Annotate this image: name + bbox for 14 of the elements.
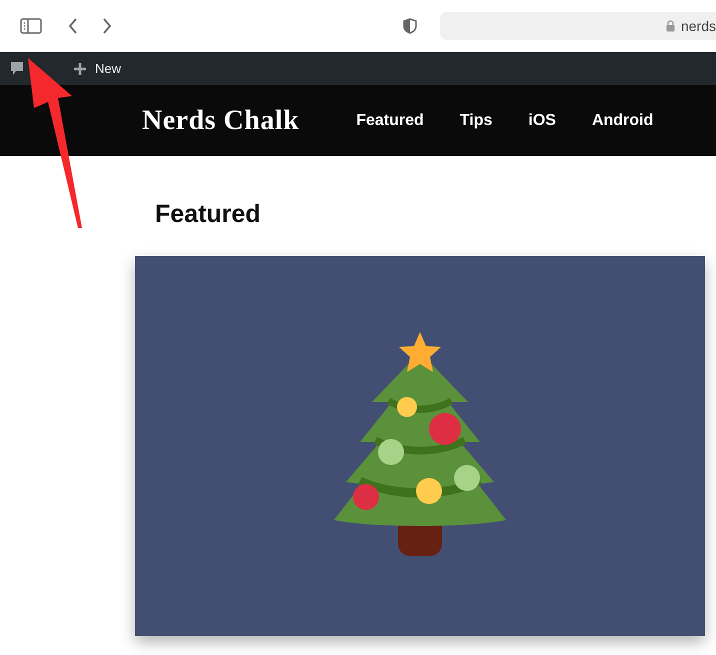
shield-button[interactable] xyxy=(402,17,418,35)
sidebar-button[interactable] xyxy=(20,17,42,35)
nav-link[interactable]: Tips xyxy=(460,108,492,132)
address-field[interactable]: nerds xyxy=(440,12,716,40)
comment-icon[interactable] xyxy=(10,61,24,76)
new-button[interactable]: New xyxy=(73,58,122,78)
nav-link[interactable]: Android xyxy=(592,108,654,132)
lock-icon xyxy=(666,20,675,32)
nav-link[interactable]: iOS xyxy=(528,108,556,132)
section-title: Featured xyxy=(155,199,262,230)
site-logo[interactable]: Nerds Chalk xyxy=(142,100,300,142)
address-text: nerds xyxy=(680,16,716,36)
nav-link[interactable]: Featured xyxy=(356,108,424,132)
plus-icon xyxy=(73,62,87,76)
